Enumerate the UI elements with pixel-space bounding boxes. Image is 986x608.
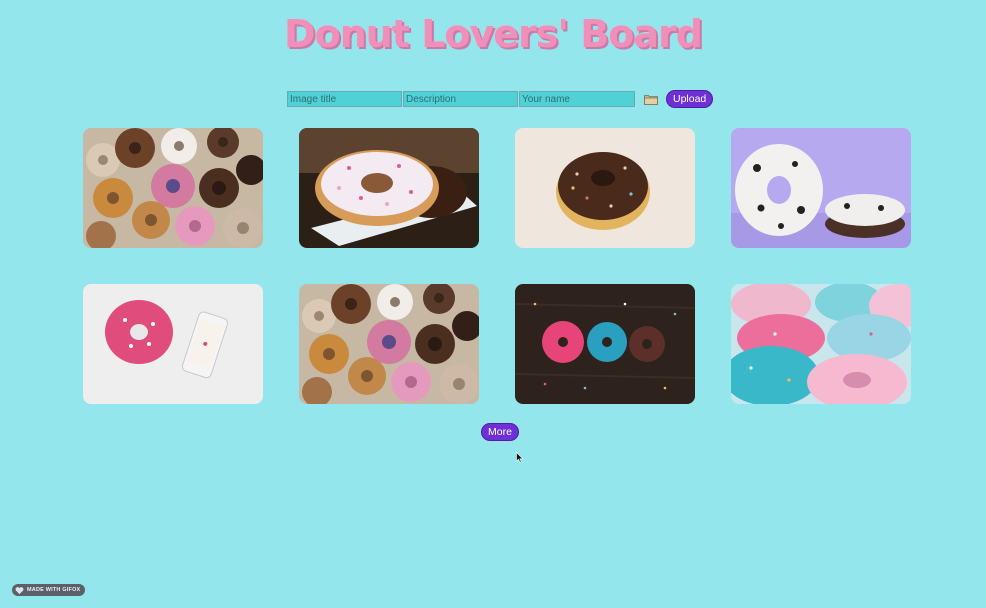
gifox-badge-label: MADE WITH GIFOX	[27, 587, 81, 593]
chocolate-sprinkle-donut-image	[515, 128, 695, 248]
pink-donut-and-phone-image	[83, 284, 263, 404]
gallery-item[interactable]	[299, 128, 479, 248]
gallery-item[interactable]	[731, 128, 911, 248]
more-button[interactable]: More	[481, 423, 519, 441]
page-title: Donut Lovers' Board	[284, 12, 703, 56]
mouse-cursor-icon	[516, 452, 524, 463]
folder-icon[interactable]	[644, 94, 658, 105]
assorted-donuts-image	[299, 284, 479, 404]
gallery-item[interactable]	[515, 128, 695, 248]
gallery-item[interactable]	[731, 284, 911, 404]
upload-form: Upload	[287, 90, 714, 108]
assorted-donuts-image	[83, 128, 263, 248]
cookies-and-cream-donuts-image	[731, 128, 911, 248]
pink-sprinkle-donut-on-plate-image	[299, 128, 479, 248]
three-donuts-on-wood-image	[515, 284, 695, 404]
upload-button[interactable]: Upload	[666, 90, 714, 108]
image-title-input[interactable]	[287, 91, 402, 107]
gallery-item[interactable]	[515, 284, 695, 404]
gallery-item[interactable]	[83, 284, 263, 404]
gifox-badge[interactable]: MADE WITH GIFOX	[12, 584, 86, 596]
image-gallery	[83, 128, 911, 404]
gallery-item[interactable]	[83, 128, 263, 248]
colorful-glazed-donuts-image	[731, 284, 911, 404]
gallery-item[interactable]	[299, 284, 479, 404]
description-input[interactable]	[403, 91, 518, 107]
fox-heart-icon	[15, 586, 24, 594]
your-name-input[interactable]	[519, 91, 635, 107]
